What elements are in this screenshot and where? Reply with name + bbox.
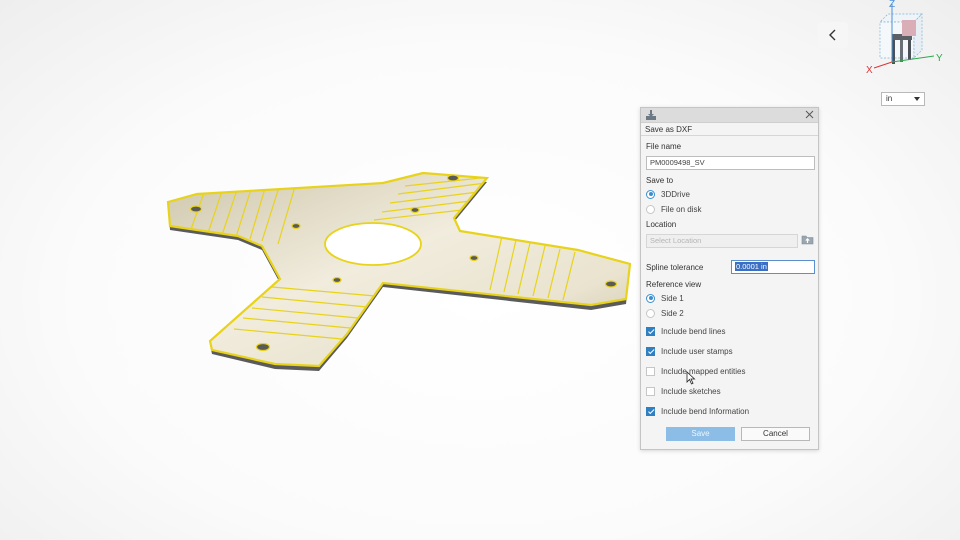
- save-as-dxf-dialog: Save as DXF File name PM0009498_SV Save …: [640, 107, 819, 450]
- save-to-3ddrive-radio[interactable]: 3DDrive: [646, 188, 690, 200]
- include-bend-lines-checkbox[interactable]: Include bend lines: [646, 325, 726, 337]
- units-selected-value: in: [886, 94, 893, 103]
- chevron-left-icon: [829, 29, 836, 41]
- reference-side-1-radio[interactable]: Side 1: [646, 292, 684, 304]
- dialog-divider: [641, 135, 818, 136]
- reference-view-label: Reference view: [646, 280, 702, 289]
- caret-down-icon: [914, 97, 920, 101]
- file-name-input[interactable]: PM0009498_SV: [646, 156, 815, 170]
- axis-y-label: Y: [936, 53, 943, 64]
- radio-label: File on disk: [661, 204, 702, 214]
- file-name-label: File name: [646, 142, 682, 151]
- units-select[interactable]: in: [881, 92, 925, 106]
- spline-tolerance-input[interactable]: 0.0001 in: [731, 260, 815, 274]
- radio-control[interactable]: [646, 293, 655, 303]
- dialog-titlebar[interactable]: [641, 108, 818, 123]
- axis-z-label: Z: [889, 0, 895, 10]
- dialog-title: Save as DXF: [645, 125, 693, 134]
- save-button[interactable]: Save: [666, 427, 735, 441]
- axis-x-label: X: [866, 65, 873, 76]
- location-input[interactable]: Select Location: [646, 234, 798, 248]
- radio-control[interactable]: [646, 189, 655, 199]
- radio-label: 3DDrive: [661, 189, 690, 199]
- reference-side-2-radio[interactable]: Side 2: [646, 307, 684, 319]
- download-icon: [646, 110, 656, 120]
- include-user-stamps-checkbox[interactable]: Include user stamps: [646, 345, 733, 357]
- cancel-button[interactable]: Cancel: [741, 427, 810, 441]
- mouse-cursor-icon: [686, 371, 696, 385]
- center-hole: [324, 222, 422, 266]
- radio-label: Side 2: [661, 308, 684, 318]
- spline-tolerance-label: Spline tolerance: [646, 263, 704, 272]
- include-sketches-checkbox[interactable]: Include sketches: [646, 385, 721, 397]
- checkbox-label: Include user stamps: [661, 346, 733, 356]
- checkbox-control[interactable]: [646, 406, 655, 416]
- radio-label: Side 1: [661, 293, 684, 303]
- checkbox-label: Include bend lines: [661, 326, 726, 336]
- view-cube-box[interactable]: [879, 13, 923, 64]
- checkbox-control[interactable]: [646, 386, 655, 396]
- back-button[interactable]: [818, 22, 848, 48]
- save-to-label: Save to: [646, 176, 674, 185]
- location-label: Location: [646, 220, 677, 229]
- spline-tolerance-value: 0.0001 in: [735, 262, 768, 271]
- checkbox-control[interactable]: [646, 326, 655, 336]
- view-cube[interactable]: Z Y X: [862, 0, 954, 80]
- radio-control[interactable]: [646, 204, 655, 214]
- checkbox-control[interactable]: [646, 366, 655, 376]
- checkbox-label: Include bend Information: [661, 406, 750, 416]
- radio-control[interactable]: [646, 308, 655, 318]
- folder-upload-icon[interactable]: [801, 234, 814, 245]
- checkbox-label: Include mapped entities: [661, 366, 746, 376]
- close-icon[interactable]: [804, 109, 815, 120]
- checkbox-label: Include sketches: [661, 386, 721, 396]
- include-bend-information-checkbox[interactable]: Include bend Information: [646, 405, 749, 417]
- checkbox-control[interactable]: [646, 346, 655, 356]
- save-to-file-on-disk-radio[interactable]: File on disk: [646, 203, 701, 215]
